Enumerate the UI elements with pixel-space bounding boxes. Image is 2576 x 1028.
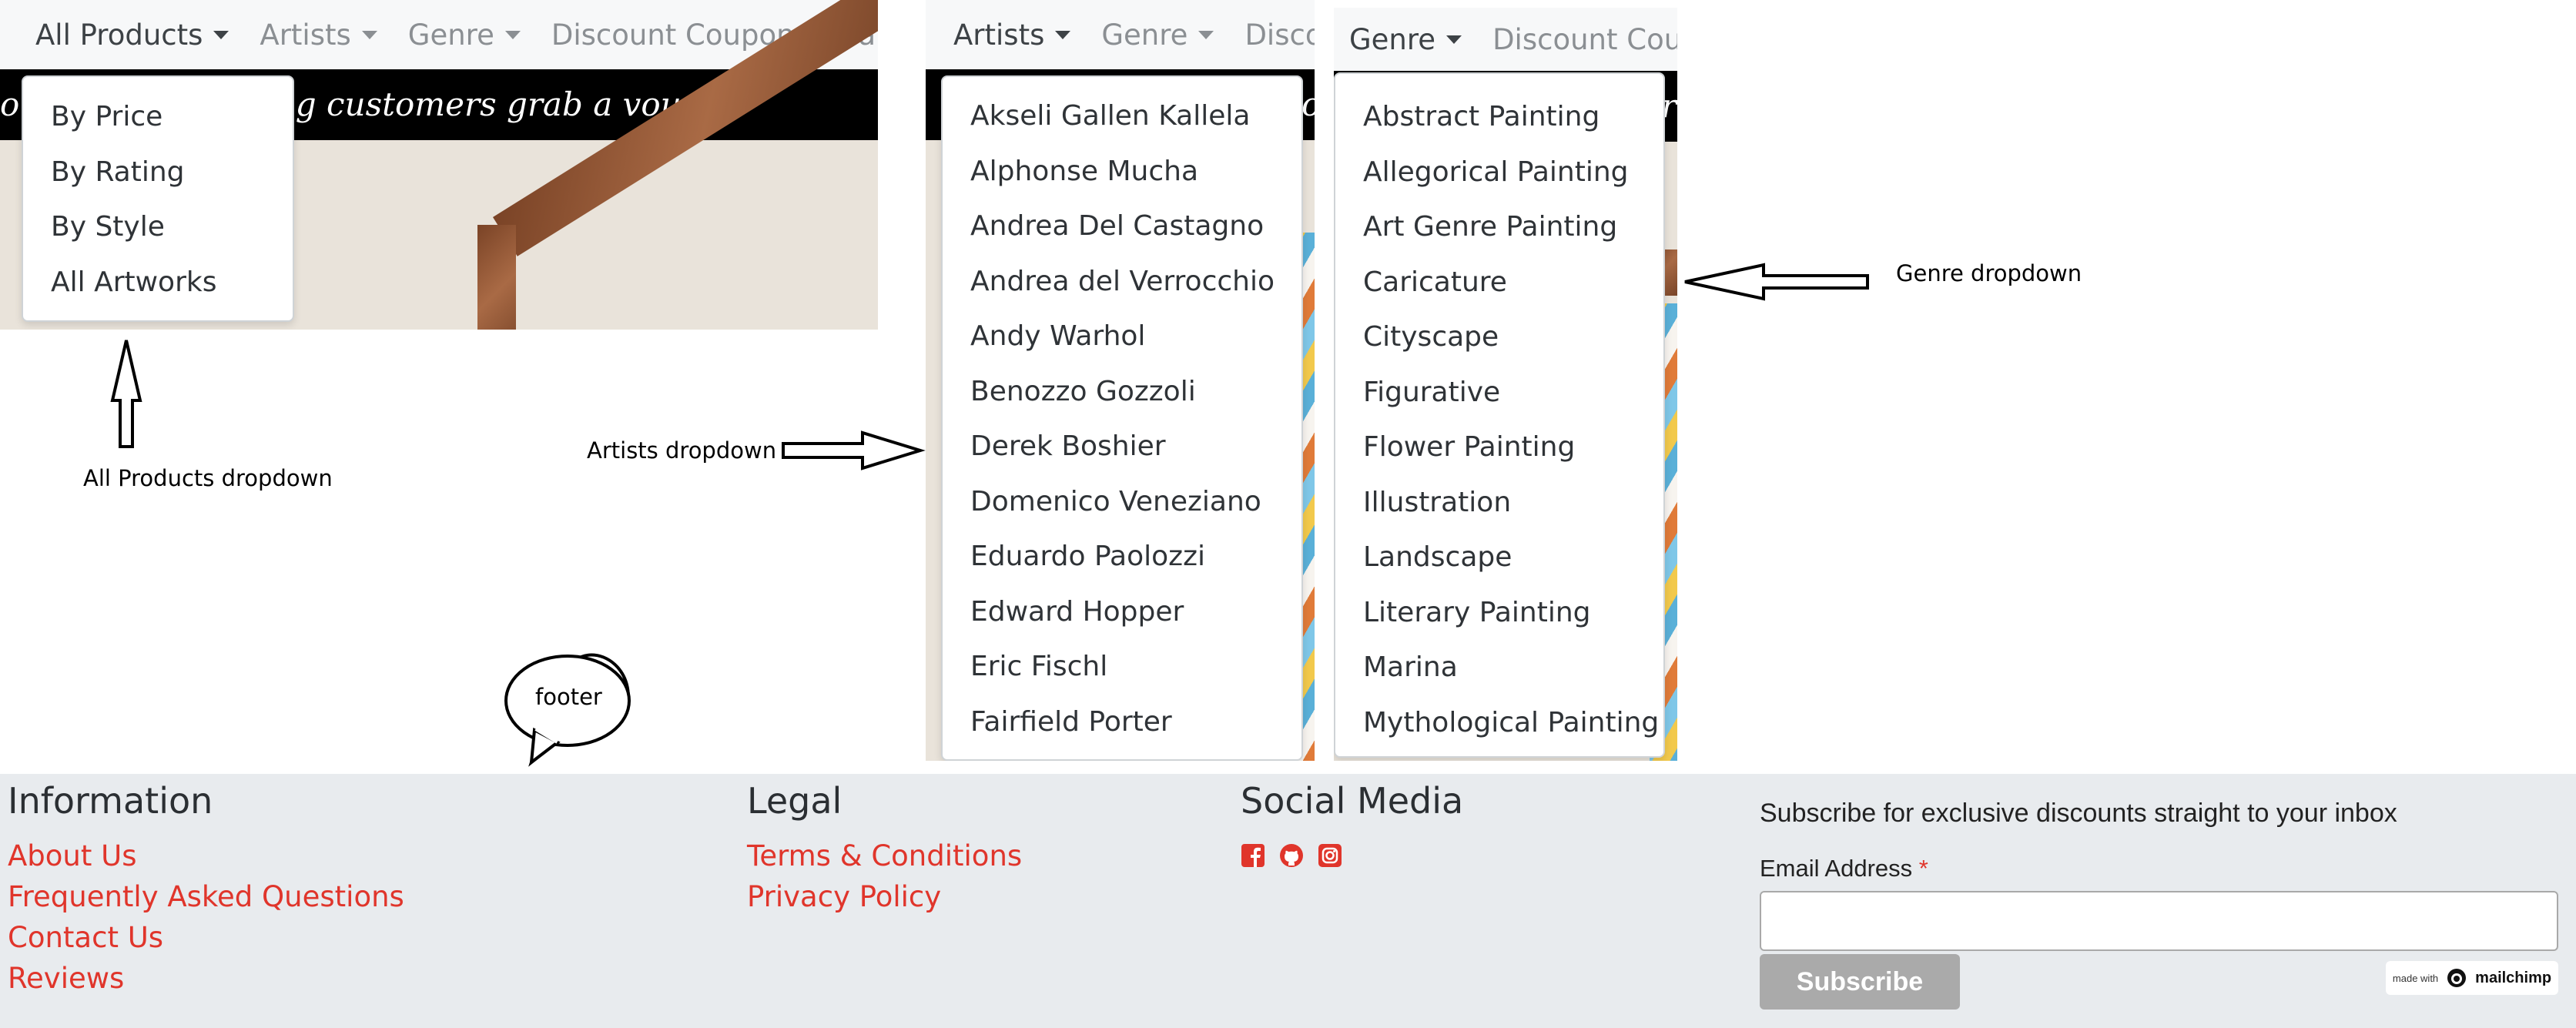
footer-heading-legal: Legal xyxy=(747,780,842,822)
footer-link-terms[interactable]: Terms & Conditions xyxy=(747,839,1022,872)
arrow-left-icon xyxy=(1684,263,1869,301)
footer-link-reviews[interactable]: Reviews xyxy=(8,962,124,995)
footer-link-faq[interactable]: Frequently Asked Questions xyxy=(8,880,404,913)
mailchimp-logo-icon xyxy=(2447,969,2467,987)
mailchimp-badge[interactable]: made with mailchimp xyxy=(2386,961,2558,995)
arrow-up-icon xyxy=(110,340,142,448)
subscribe-title: Subscribe for exclusive discounts straig… xyxy=(1760,799,2397,828)
annotation-all-products: All Products dropdown xyxy=(83,465,333,491)
footer-heading-social: Social Media xyxy=(1241,780,1464,822)
footer-link-contact-us[interactable]: Contact Us xyxy=(8,921,163,954)
site-footer: Information About Us Frequently Asked Qu… xyxy=(0,774,2576,1028)
footer-heading-information: Information xyxy=(8,780,213,822)
github-icon[interactable] xyxy=(1279,843,1304,868)
email-label: Email Address * xyxy=(1760,855,1928,882)
email-input[interactable] xyxy=(1760,891,2558,951)
annotation-artists: Artists dropdown xyxy=(587,437,777,464)
annotation-genre: Genre dropdown xyxy=(1896,260,2082,286)
instagram-icon[interactable] xyxy=(1318,843,1342,868)
footer-link-about-us[interactable]: About Us xyxy=(8,839,137,872)
arrow-right-icon xyxy=(782,430,926,470)
subscribe-button[interactable]: Subscribe xyxy=(1760,954,1960,1010)
badge-prefix: made with xyxy=(2392,972,2439,984)
badge-brand: mailchimp xyxy=(2475,969,2552,986)
footer-link-privacy[interactable]: Privacy Policy xyxy=(747,880,941,913)
annotation-footer: footer xyxy=(535,684,602,710)
required-mark: * xyxy=(1918,855,1928,882)
facebook-icon[interactable] xyxy=(1241,843,1265,868)
